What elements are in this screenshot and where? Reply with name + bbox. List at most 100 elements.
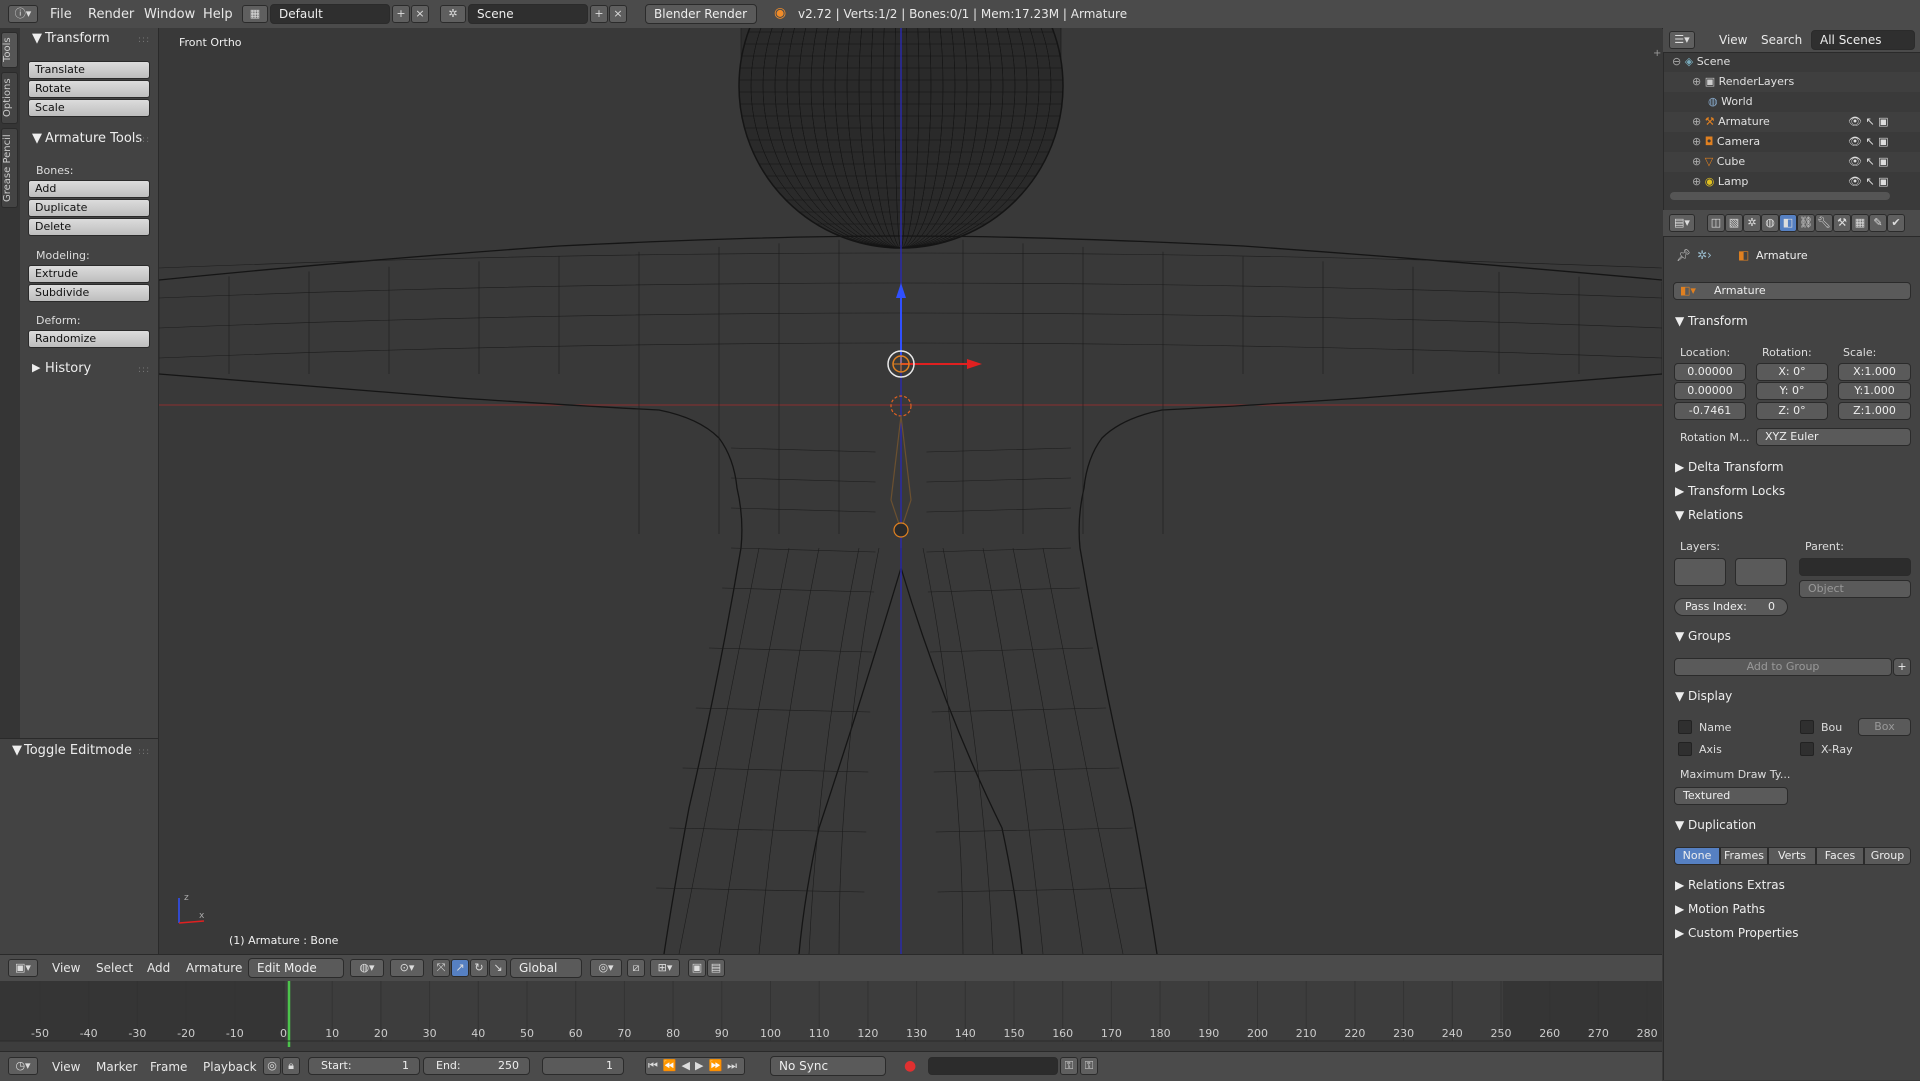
pass-index-field[interactable]: Pass Index: 0 — [1674, 598, 1788, 616]
scale-y-field[interactable]: Y:1.000 — [1838, 382, 1911, 400]
drag-handle-icon[interactable]: ::: — [138, 747, 150, 757]
timeline-menu-view[interactable]: View — [52, 1060, 80, 1074]
pivot-point-icon[interactable]: ⊙▾ — [390, 959, 424, 977]
outliner-item-renderlayers[interactable]: ⊕ ▣ RenderLayers — [1664, 72, 1920, 92]
timeline[interactable]: -50 -40 -30 -20 -10 0 10 20 30 40 50 60 70 80 90 100 110… — [0, 981, 1662, 1051]
outliner-scrollbar[interactable] — [1670, 192, 1890, 200]
snap-element-icon[interactable]: ⊞▾ — [650, 959, 680, 977]
rotation-y-field[interactable]: Y: 0° — [1756, 382, 1828, 400]
sync-mode-select[interactable]: No Sync — [770, 1056, 886, 1076]
delete-keyframe-icon[interactable]: ⚿ — [1080, 1057, 1098, 1075]
scene-icon[interactable]: ✲ — [440, 5, 466, 23]
plus-corner-icon[interactable]: + — [1653, 48, 1661, 59]
subdivide-button[interactable]: Subdivide — [28, 284, 150, 302]
object-data-icon[interactable]: ◧▾ — [1680, 284, 1696, 297]
outliner-filter-select[interactable]: All Scenes — [1811, 30, 1915, 50]
delete-button[interactable]: Delete — [28, 218, 150, 236]
tab-options[interactable]: Options — [1, 72, 18, 124]
render-tab-icon[interactable]: ◫ — [1707, 214, 1725, 232]
transform-orientation-select[interactable]: Global — [510, 958, 582, 978]
add-group-plus-icon[interactable]: + — [1893, 658, 1911, 676]
render-layers-tab-icon[interactable]: ▧ — [1725, 214, 1743, 232]
editor-type-icon[interactable]: ▣▾ — [8, 959, 38, 977]
render-preview-icon[interactable]: ▣ — [688, 959, 706, 977]
groups-header[interactable]: ▼ Groups — [1675, 629, 1731, 643]
history-expand-icon[interactable]: ▶ — [32, 361, 40, 374]
end-frame-field[interactable]: End: 250 — [423, 1057, 530, 1075]
layout-select[interactable]: Default — [270, 4, 390, 24]
rotation-x-field[interactable]: X: 0° — [1756, 363, 1828, 381]
mode-select[interactable]: Edit Mode — [248, 958, 344, 978]
lock-icon[interactable]: 🔒︎ — [282, 1057, 300, 1075]
translate-button[interactable]: Translate — [28, 61, 150, 79]
menu-view[interactable]: View — [52, 961, 80, 975]
outliner-menu-search[interactable]: Search — [1761, 33, 1802, 47]
add-to-group-button[interactable]: Add to Group — [1674, 658, 1892, 676]
object-tab-icon[interactable]: ◧ — [1779, 214, 1797, 232]
viewport-shading-icon[interactable]: ◍▾ — [350, 959, 384, 977]
custom-properties-header[interactable]: ▶ Custom Properties — [1675, 926, 1798, 940]
physics-tab-icon[interactable]: ✔ — [1887, 214, 1905, 232]
scale-z-field[interactable]: Z:1.000 — [1838, 402, 1911, 420]
scale-button[interactable]: Scale — [28, 99, 150, 117]
world-tab-icon[interactable]: ◍ — [1761, 214, 1779, 232]
scene-select[interactable]: Scene — [468, 4, 588, 24]
armature-tools-expand-icon[interactable]: ▼ — [32, 131, 42, 146]
name-checkbox[interactable] — [1678, 720, 1692, 734]
manipulator-toggle-icon[interactable]: ⤧ — [432, 959, 450, 977]
dup-none-button[interactable]: None — [1674, 847, 1720, 865]
dup-frames-button[interactable]: Frames — [1720, 847, 1768, 865]
timeline-menu-marker[interactable]: Marker — [96, 1060, 137, 1074]
max-draw-type-select[interactable]: Textured — [1674, 787, 1788, 805]
record-icon[interactable]: ◎ — [263, 1057, 281, 1075]
timeline-editor-icon[interactable]: ◷▾ — [8, 1057, 38, 1075]
location-y-field[interactable]: 0.00000 — [1674, 382, 1746, 400]
menu-add[interactable]: Add — [147, 961, 170, 975]
outliner[interactable]: ⊖ ◈ Scene ⊕ ▣ RenderLayers ◍ World ⊕ ⚒ A… — [1663, 28, 1920, 210]
object-name-field[interactable]: Armature — [1673, 282, 1911, 300]
tab-grease-pencil[interactable]: Grease Pencil — [1, 128, 18, 208]
relations-extras-header[interactable]: ▶ Relations Extras — [1675, 878, 1785, 892]
menu-select[interactable]: Select — [96, 961, 133, 975]
remove-layout-icon[interactable]: × — [411, 5, 429, 23]
rotate-button[interactable]: Rotate — [28, 80, 150, 98]
3d-viewport[interactable]: z x Front Ortho (1) Armature : Bone + — [159, 28, 1662, 954]
menu-window[interactable]: Window — [144, 7, 195, 22]
layout-grid-icon[interactable]: ▦ — [242, 5, 268, 23]
rotation-mode-select[interactable]: XYZ Euler — [1756, 428, 1911, 446]
bounds-checkbox[interactable] — [1800, 720, 1814, 734]
menu-armature[interactable]: Armature — [186, 961, 242, 975]
duplication-header[interactable]: ▼ Duplication — [1675, 818, 1756, 832]
outliner-item-scene[interactable]: ⊖ ◈ Scene — [1664, 52, 1920, 72]
outliner-item-cube[interactable]: ⊕ ▽ Cube 👁︎ ↖ ▣ — [1664, 152, 1920, 172]
transform-section-header[interactable]: ▼ Transform — [1675, 314, 1748, 328]
dup-verts-button[interactable]: Verts — [1768, 847, 1816, 865]
parent-type-select[interactable]: Object — [1799, 580, 1911, 598]
timeline-menu-playback[interactable]: Playback — [203, 1060, 257, 1074]
tab-tools[interactable]: Tools — [1, 32, 18, 68]
outliner-item-lamp[interactable]: ⊕ ◉ Lamp 👁︎ ↖ ▣ — [1664, 172, 1920, 192]
drag-handle-icon[interactable]: ::: — [138, 135, 150, 145]
drag-handle-icon[interactable]: ::: — [138, 35, 150, 45]
delta-transform-header[interactable]: ▶ Delta Transform — [1675, 460, 1784, 474]
bone-tab-icon[interactable]: ✎ — [1869, 214, 1887, 232]
outliner-menu-view[interactable]: View — [1719, 33, 1747, 47]
randomize-button[interactable]: Randomize — [28, 330, 150, 348]
data-tab-icon[interactable]: ⚒ — [1833, 214, 1851, 232]
add-layout-icon[interactable]: + — [392, 5, 410, 23]
rotation-z-field[interactable]: Z: 0° — [1756, 402, 1828, 420]
scale-manipulator-icon[interactable]: ↘ — [489, 959, 507, 977]
add-scene-icon[interactable]: + — [590, 5, 608, 23]
armature-tools-header[interactable]: Armature Tools — [45, 131, 142, 146]
start-frame-field[interactable]: Start: 1 — [308, 1057, 420, 1075]
layers-grid-2[interactable] — [1735, 558, 1787, 586]
xray-checkbox[interactable] — [1800, 742, 1814, 756]
add-bone-button[interactable]: Add — [28, 180, 150, 198]
parent-field[interactable] — [1799, 558, 1911, 576]
translate-manipulator-icon[interactable]: ↗ — [451, 959, 469, 977]
toggle-editmode-header[interactable]: Toggle Editmode — [24, 743, 132, 758]
scene-tab-icon[interactable]: ✲ — [1743, 214, 1761, 232]
scale-x-field[interactable]: X:1.000 — [1838, 363, 1911, 381]
outliner-item-camera[interactable]: ⊕ ◘ Camera 👁︎ ↖ ▣ — [1664, 132, 1920, 152]
properties-editor-icon[interactable]: ▤▾ — [1669, 214, 1695, 232]
